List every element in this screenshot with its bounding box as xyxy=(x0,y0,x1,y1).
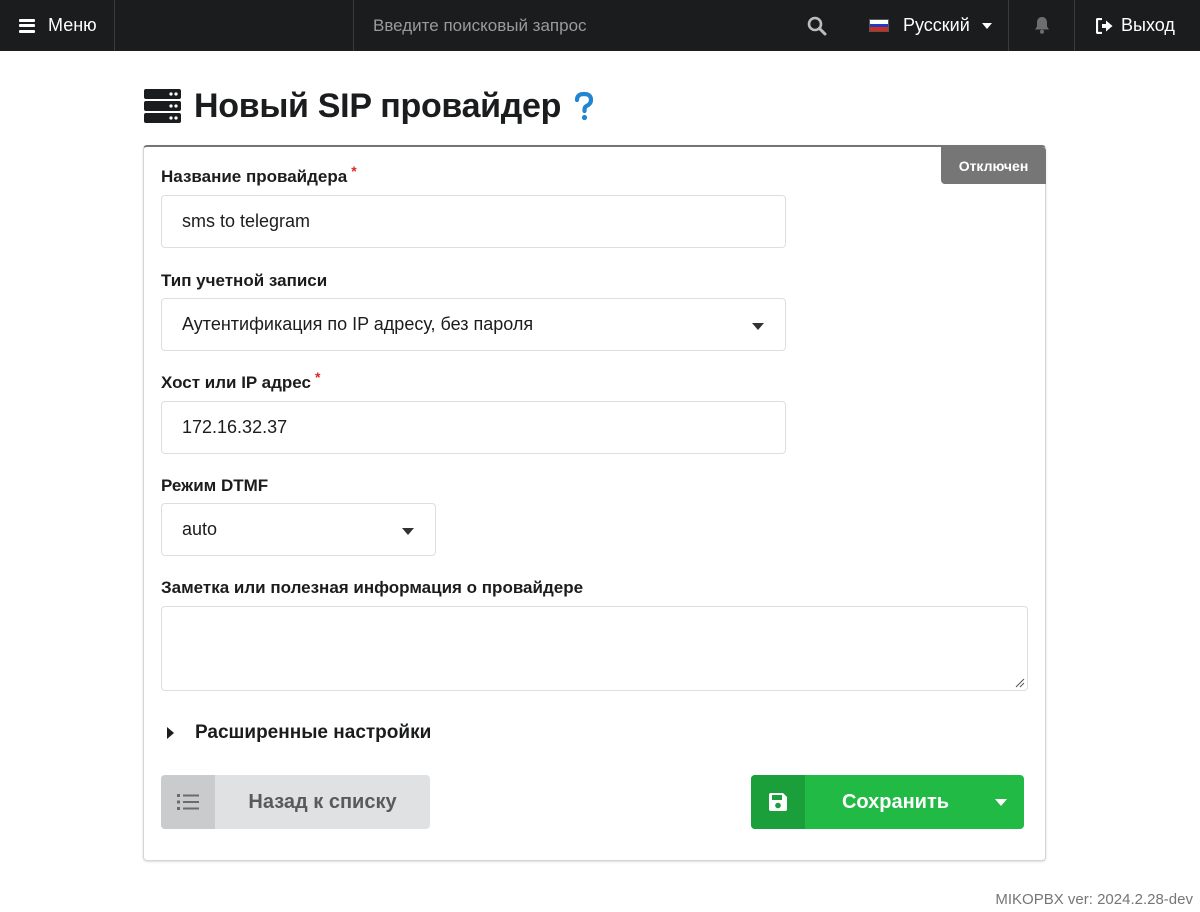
menu-toggle-button[interactable]: Меню xyxy=(0,0,115,51)
provider-name-label-text: Название провайдера xyxy=(161,167,348,186)
provider-name-input[interactable]: sms to telegram xyxy=(161,195,786,248)
caret-right-icon xyxy=(167,727,174,739)
account-type-value: Аутентификация по IP адресу, без пароля xyxy=(182,314,534,334)
host-value: 172.16.32.37 xyxy=(182,417,288,437)
chevron-down-icon xyxy=(981,22,992,29)
dtmf-mode-value: auto xyxy=(182,519,218,539)
page-title: Новый SIP провайдер xyxy=(194,86,562,125)
save-button[interactable]: Сохранить xyxy=(751,775,1024,829)
save-button-label: Сохранить xyxy=(841,790,950,813)
menu-label: Меню xyxy=(48,15,97,35)
logout-button[interactable]: Выход xyxy=(1075,0,1200,51)
note-label: Заметка или полезная информация о провай… xyxy=(161,578,584,597)
bell-icon xyxy=(1034,17,1049,34)
language-dropdown[interactable]: Русский xyxy=(849,0,1009,51)
logout-label: Выход xyxy=(1121,15,1175,35)
language-label: Русский xyxy=(903,15,970,35)
version-label: MIKOPBX ver: 2024.2.28-dev xyxy=(995,891,1193,908)
back-to-list-button[interactable]: Назад к списку xyxy=(161,775,430,829)
save-options-dropdown[interactable] xyxy=(978,775,1024,829)
russia-flag-icon xyxy=(869,19,889,32)
note-textarea[interactable] xyxy=(161,606,1028,691)
advanced-settings-label: Расширенные настройки xyxy=(195,722,432,743)
provider-name-label: Название провайдера * xyxy=(161,163,357,187)
required-asterisk: * xyxy=(315,369,321,385)
topbar-spacer xyxy=(115,0,354,51)
provider-form-card: Отключен Название провайдера * sms to tel… xyxy=(143,145,1046,861)
notifications-button[interactable] xyxy=(1009,0,1075,51)
account-type-label: Тип учетной записи xyxy=(161,271,328,290)
dropdown-icon xyxy=(402,528,414,535)
provider-name-value: sms to telegram xyxy=(182,211,311,231)
host-input[interactable]: 172.16.32.37 xyxy=(161,401,786,454)
status-badge: Отключен xyxy=(941,147,1046,184)
top-menu-bar: Меню Русский Выход xyxy=(0,0,1200,51)
back-button-label: Назад к списку xyxy=(248,790,397,813)
search-box xyxy=(354,0,849,51)
chevron-down-icon xyxy=(995,798,1007,806)
dropdown-icon xyxy=(752,323,764,330)
list-icon xyxy=(161,775,215,829)
host-label: Хост или IP адрес * xyxy=(161,369,320,393)
host-label-text: Хост или IP адрес xyxy=(161,373,311,392)
resize-grip-icon[interactable] xyxy=(1015,678,1025,688)
sign-out-icon xyxy=(1096,17,1113,34)
page-header: Новый SIP провайдер xyxy=(144,84,595,128)
hamburger-icon xyxy=(19,18,35,33)
search-input[interactable] xyxy=(373,15,793,36)
required-asterisk: * xyxy=(351,163,357,179)
search-icon[interactable] xyxy=(807,16,827,36)
server-icon xyxy=(144,89,181,123)
floppy-disk-icon xyxy=(751,775,805,829)
advanced-settings-toggle[interactable]: Расширенные настройки xyxy=(167,722,431,744)
dtmf-mode-label: Режим DTMF xyxy=(161,476,269,495)
question-mark-icon[interactable] xyxy=(573,91,595,121)
account-type-select[interactable]: Аутентификация по IP адресу, без пароля xyxy=(161,298,786,351)
dtmf-mode-select[interactable]: auto xyxy=(161,503,436,556)
